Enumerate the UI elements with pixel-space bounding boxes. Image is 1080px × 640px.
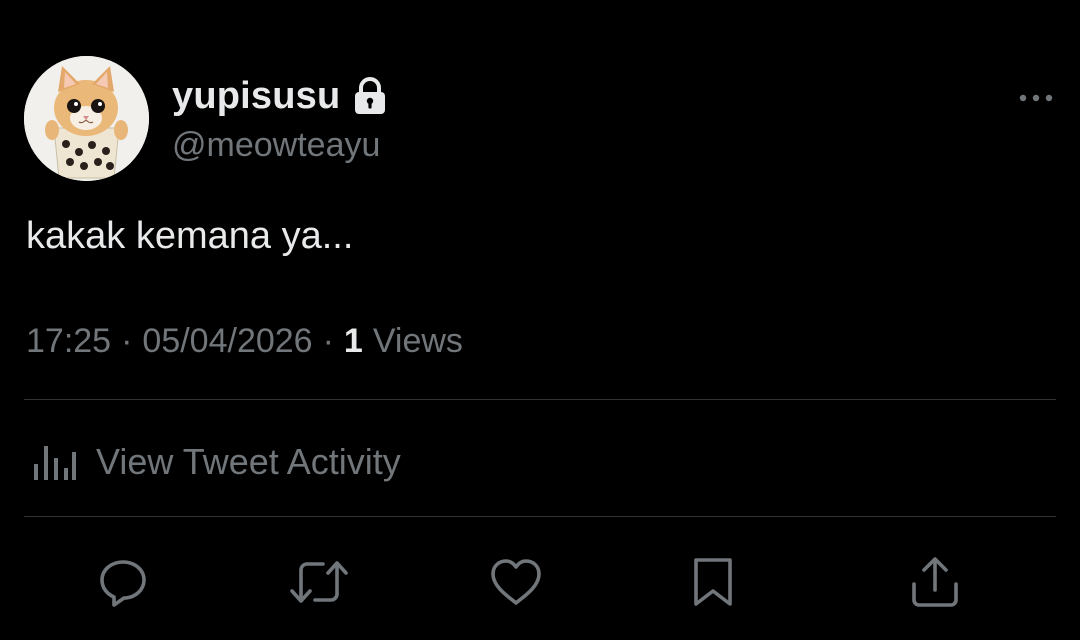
like-button[interactable] bbox=[486, 552, 546, 612]
views-count: 1 bbox=[343, 322, 363, 360]
divider bbox=[24, 399, 1056, 400]
more-dots-icon bbox=[1019, 94, 1053, 102]
bookmark-icon bbox=[694, 558, 732, 606]
display-name-row: yupisusu bbox=[172, 72, 388, 120]
user-handle[interactable]: @meowteayu bbox=[172, 126, 380, 165]
heart-icon bbox=[491, 559, 541, 605]
display-name[interactable]: yupisusu bbox=[172, 75, 340, 118]
lock-icon bbox=[352, 77, 388, 115]
bar-chart-icon bbox=[34, 446, 76, 480]
cat-avatar-image bbox=[24, 56, 149, 181]
meta-separator: · bbox=[121, 322, 133, 360]
tweet-time[interactable]: 17:25 bbox=[26, 322, 111, 361]
share-icon bbox=[912, 557, 958, 607]
retweet-icon bbox=[290, 561, 348, 603]
bookmark-button[interactable] bbox=[683, 552, 743, 612]
view-tweet-activity-label: View Tweet Activity bbox=[96, 441, 401, 482]
views-label: Views bbox=[372, 322, 463, 360]
tweet-meta: 17:25 · 05/04/2026 · 1 Views bbox=[26, 322, 463, 361]
retweet-button[interactable] bbox=[289, 552, 349, 612]
view-tweet-activity-button[interactable]: View Tweet Activity bbox=[32, 436, 401, 488]
more-options-button[interactable] bbox=[1016, 86, 1056, 110]
tweet-date[interactable]: 05/04/2026 bbox=[142, 322, 312, 361]
avatar[interactable] bbox=[24, 56, 149, 181]
meta-separator: · bbox=[322, 322, 334, 360]
tweet-detail: yupisusu @meowteayu kakak kemana ya... 1… bbox=[0, 0, 1080, 640]
divider bbox=[24, 516, 1056, 517]
share-button[interactable] bbox=[905, 552, 965, 612]
tweet-text: kakak kemana ya... bbox=[26, 215, 354, 257]
tweet-action-bar bbox=[0, 552, 1080, 612]
reply-button[interactable] bbox=[93, 552, 153, 612]
reply-icon bbox=[100, 560, 146, 607]
